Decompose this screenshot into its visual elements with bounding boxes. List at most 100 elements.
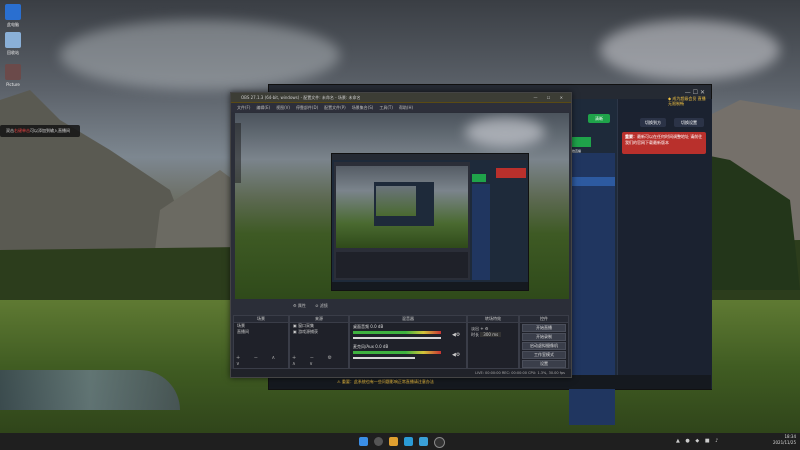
- plus-icon[interactable]: + ⚙: [480, 326, 488, 331]
- filters-button[interactable]: ⊘ 滤镜: [315, 303, 328, 308]
- edge-icon[interactable]: [404, 437, 413, 446]
- window-controls[interactable]: — ☐ ✕: [534, 93, 567, 102]
- tooltip-text: 可以添加到输入直播间: [30, 128, 70, 133]
- transition-type-select[interactable]: 淡出: [471, 326, 479, 331]
- desktop-icon-this-pc[interactable]: 此电脑: [0, 4, 26, 28]
- track-db: 0.0 dB: [370, 324, 384, 329]
- picture-icon: [5, 64, 21, 80]
- dock-footer-buttons[interactable]: + − ∧ ∨: [236, 355, 288, 367]
- menu-docks[interactable]: 停靠部件(D): [296, 103, 318, 112]
- mixer-track-name: 麦克风/Aux 0.0 dB: [353, 344, 388, 350]
- settings-button[interactable]: 设置: [522, 360, 566, 368]
- obs-statusbar: LIVE: 00:00:00 REC: 00:00:00 CPU: 1.3%, …: [231, 369, 571, 377]
- scenes-dock: 场景 场景 直播间 + − ∧ ∨: [233, 315, 289, 369]
- mixer-track-name: 桌面音频 0.0 dB: [353, 324, 383, 330]
- volume-slider[interactable]: [353, 357, 415, 359]
- obs-source-toolbar: ⚙ 属性 ⊘ 滤镜: [231, 301, 571, 311]
- start-recording-button[interactable]: 开始录制: [522, 333, 566, 341]
- system-tray-icons[interactable]: ▲ ● ◆ ■ ♪: [676, 438, 720, 444]
- folder-icon[interactable]: [389, 437, 398, 446]
- menu-profile[interactable]: 配置文件(P): [324, 103, 346, 112]
- source-label: 游戏源捕获: [298, 329, 319, 334]
- obs-window: OBS 27.1.3 (64-bit, windows) - 配置文件: 未命名…: [230, 92, 572, 378]
- nested-alert: [496, 168, 526, 178]
- dock-header: 混音器: [350, 316, 466, 323]
- tooltip-highlight: 右键单击: [14, 128, 30, 133]
- transitions-dock: 转场特效 淡出 + ⚙ 时长 300 ms: [467, 315, 519, 369]
- menu-tools[interactable]: 工具(T): [379, 103, 393, 112]
- switch-settings-label: 切换设置: [681, 120, 697, 125]
- vip-promo[interactable]: ◆ 成为超级会员 直播无限制畅: [668, 96, 708, 110]
- nested-list: [472, 184, 490, 280]
- settings-button[interactable]: 切换到方: [640, 118, 666, 127]
- store-icon[interactable]: [419, 437, 428, 446]
- dock-header: 转场特效: [468, 316, 518, 323]
- scene-list-selected-row[interactable]: [569, 177, 615, 186]
- dock-header: 控件: [520, 316, 568, 323]
- alert-title: 重要：: [625, 134, 637, 139]
- search-icon[interactable]: [374, 437, 383, 446]
- preview-desktop-icons: [235, 123, 241, 183]
- menu-scene-collection[interactable]: 场景集合(S): [352, 103, 374, 112]
- volume-slider[interactable]: [353, 337, 441, 339]
- cloud: [465, 117, 545, 147]
- switch-label: 切换到方: [645, 120, 661, 125]
- nested-streaming-window: [331, 153, 529, 291]
- menu-view[interactable]: 视图(V): [276, 103, 290, 112]
- obs-titlebar: OBS 27.1.3 (64-bit, windows) - 配置文件: 未命名…: [231, 93, 571, 103]
- properties-button[interactable]: ⚙ 属性: [293, 303, 306, 308]
- promo-text: 成为超级会员 直播无限制畅: [668, 96, 706, 106]
- clock[interactable]: 18:34 2021/11/25: [773, 434, 796, 446]
- desktop-icon-recycle-bin[interactable]: 回收站: [0, 32, 26, 56]
- volume-meter: [353, 351, 441, 354]
- tooltip-text: 双击: [6, 128, 14, 133]
- nested-statusbar: [332, 282, 528, 290]
- menu-help[interactable]: 帮助(H): [399, 103, 413, 112]
- dock-header: 来源: [290, 316, 348, 323]
- clear-button[interactable]: 清晰: [588, 114, 610, 123]
- obs-title: OBS 27.1.3 (64-bit, windows) - 配置文件: 未命名…: [241, 95, 361, 100]
- desktop-icon-label: Picture: [6, 82, 20, 87]
- obs-icon[interactable]: [434, 437, 445, 448]
- menu-file[interactable]: 文件(F): [237, 103, 250, 112]
- desktop-icon-label: 此电脑: [7, 22, 19, 27]
- studio-mode-button[interactable]: 工作室模式: [522, 351, 566, 359]
- status-warning: ⚠ 重要：此系统也有一些问题影响正常直播请注意办法: [337, 379, 434, 384]
- start-icon[interactable]: [359, 437, 368, 446]
- dock-header: 场景: [234, 316, 288, 323]
- nested-deeper-window: [374, 182, 434, 226]
- switch-settings-button[interactable]: 切换设置: [674, 118, 704, 127]
- window-controls[interactable]: — ☐ ✕: [685, 89, 705, 96]
- source-label: 窗口采集: [298, 323, 315, 328]
- track-db: 0.0 dB: [375, 344, 389, 349]
- nested-obs: [334, 162, 470, 280]
- controls-dock: 控件 开始直播 开始录制 启动虚拟摄像机 工作室模式 设置 退出: [519, 315, 569, 377]
- audio-mixer-dock: 混音器 桌面音频 0.0 dB ◀⚙ 麦克风/Aux 0.0 dB ◀⚙: [349, 315, 467, 369]
- nested-titlebar: [332, 154, 528, 160]
- obs-preview[interactable]: [235, 113, 569, 299]
- desktop-icon-picture[interactable]: Picture: [0, 64, 26, 87]
- nested-deeper-preview: [376, 186, 416, 216]
- recycle-bin-icon: [5, 32, 21, 48]
- track-name: 桌面音频: [353, 324, 369, 329]
- start-streaming-button[interactable]: 开始直播: [522, 324, 566, 332]
- obs-menubar: 文件(F) 编辑(E) 视图(V) 停靠部件(D) 配置文件(P) 场景集合(S…: [231, 103, 571, 112]
- virtual-camera-button[interactable]: 启动虚拟摄像机: [522, 342, 566, 350]
- speaker-icon[interactable]: ◀⚙: [452, 332, 460, 338]
- desktop-tooltip: 双击右键单击可以添加到输入直播间: [0, 125, 80, 137]
- nested-docks: [336, 252, 468, 278]
- source-item[interactable]: ▣ 游戏源捕获: [290, 329, 348, 335]
- scene-item[interactable]: 直播间: [234, 329, 288, 335]
- track-name: 麦克风/Aux: [353, 344, 374, 349]
- duration-label: 时长: [471, 332, 479, 337]
- clock-date: 2021/11/25: [772, 440, 796, 445]
- speaker-icon[interactable]: ◀⚙: [452, 352, 460, 358]
- desktop-icon-label: 回收站: [7, 50, 19, 55]
- dock-footer-buttons[interactable]: + − ⚙ ∧ ∨: [292, 355, 348, 367]
- cloud: [60, 20, 340, 90]
- menu-edit[interactable]: 编辑(E): [256, 103, 270, 112]
- duration-input[interactable]: 300 ms: [480, 332, 502, 337]
- important-alert[interactable]: 重要：最新可以在任何时间调整地址 请前往我们的官网下载最新版本: [622, 132, 706, 154]
- monitor-icon: [5, 4, 21, 20]
- alert-text: 最新可以在任何时间调整地址 请前往我们的官网下载最新版本: [625, 134, 703, 145]
